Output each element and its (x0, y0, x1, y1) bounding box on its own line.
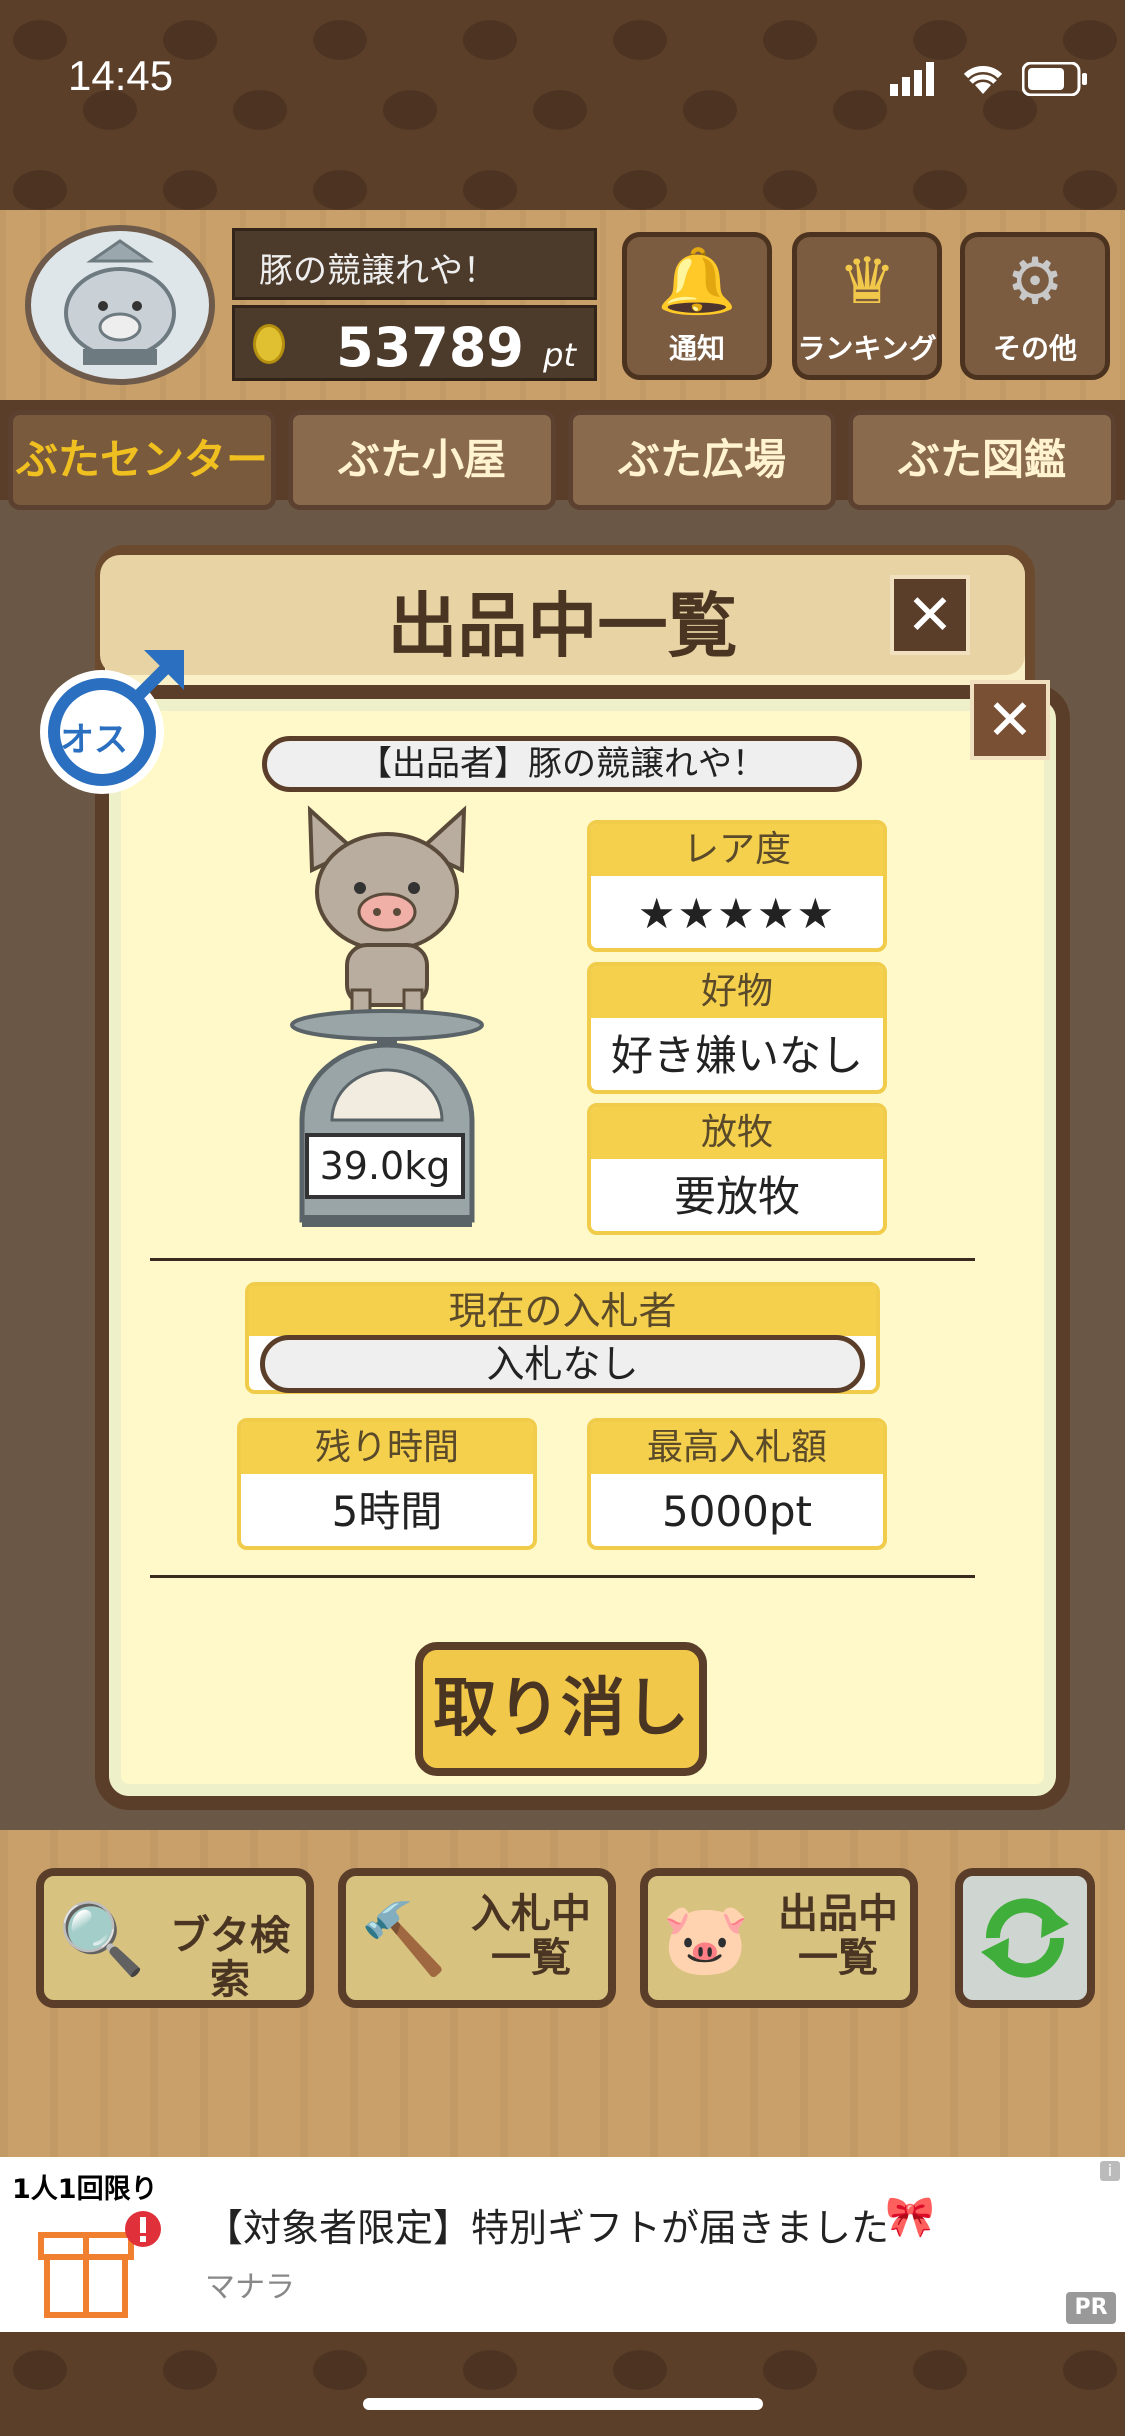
favorite-value: 好き嫌いなし (610, 1031, 863, 1080)
grazing-value: 要放牧 (673, 1172, 800, 1221)
divider (150, 1258, 975, 1261)
weight-readout: 39.0kg (305, 1133, 465, 1199)
gender-male-badge: オス (32, 640, 192, 800)
magnifier-icon: 🔍 (58, 1898, 146, 1980)
rarity-stars: ★★★★★ (637, 889, 837, 938)
ad-info-icon[interactable]: i (1100, 2161, 1120, 2181)
current-bidder-label: 現在の入札者 (249, 1286, 876, 1336)
close-detail-button[interactable]: ✕ (970, 680, 1050, 760)
other-label: その他 (992, 332, 1077, 365)
wifi-icon (960, 60, 1006, 100)
divider (150, 1575, 975, 1578)
refresh-icon (981, 1898, 1069, 1978)
notification-label: 通知 (668, 332, 725, 365)
remaining-time-label: 残り時間 (241, 1422, 533, 1474)
player-name: 豚の競譲れや！ (232, 228, 597, 300)
ribbon-icon: 🎀 (885, 2194, 935, 2240)
gavel-icon: 🔨 (360, 1898, 448, 1980)
pig-search-label: ブタ検索 (170, 1913, 290, 2003)
crown-icon: ♛ (838, 245, 896, 319)
remaining-time-box: 残り時間 5時間 (237, 1418, 537, 1550)
bell-icon: 🔔 (657, 245, 737, 319)
ad-banner[interactable]: 1人1回限り 【対象者限定】特別ギフトが届きました 🎀 マナラ PR i (0, 2157, 1125, 2332)
highest-bid-value: 5000pt (661, 1487, 812, 1536)
notification-button[interactable]: 🔔 通知 (622, 232, 772, 380)
top-background (0, 0, 1125, 215)
cancel-listing-button[interactable]: 取り消し (415, 1642, 707, 1776)
rarity-label: レア度 (591, 824, 883, 876)
highest-bid-label: 最高入札額 (591, 1422, 883, 1474)
close-icon: ✕ (906, 583, 954, 648)
pig-crest-icon (64, 239, 176, 365)
ranking-label: ランキング (797, 332, 937, 365)
points-display: 53789 pt (232, 305, 597, 381)
refresh-button[interactable] (955, 1868, 1095, 2008)
current-bidder-value: 入札なし (260, 1335, 865, 1393)
remaining-time-value: 5時間 (331, 1487, 443, 1536)
other-button[interactable]: ⚙ その他 (960, 232, 1110, 380)
pig-search-button[interactable]: 🔍 ブタ検索 (36, 1868, 314, 2008)
tab-buta-plaza[interactable]: ぶた広場 (568, 410, 836, 510)
coin-icon (253, 324, 285, 364)
ad-source: マナラ (205, 2270, 295, 2305)
ranking-button[interactable]: ♛ ランキング (792, 232, 942, 380)
bidding-list-button[interactable]: 🔨 入札中一覧 (338, 1868, 616, 2008)
gender-label: オス (60, 720, 128, 760)
player-avatar[interactable] (25, 225, 215, 385)
gift-icon (38, 2211, 161, 2318)
ad-text: 【対象者限定】特別ギフトが届きました (205, 2206, 890, 2250)
rarity-box: レア度 ★★★★★ (587, 820, 887, 952)
bottom-background (0, 2330, 1125, 2436)
close-icon: ✕ (986, 688, 1034, 753)
tab-buta-hut[interactable]: ぶた小屋 (288, 410, 556, 510)
ad-pr-badge: PR (1066, 2292, 1116, 2324)
listing-list-button[interactable]: 🐷 出品中一覧 (640, 1868, 918, 2008)
signal-icon (890, 62, 938, 100)
status-time: 14:45 (68, 52, 174, 99)
points-value: 53789 (336, 316, 524, 379)
ad-badge: 1人1回限り (12, 2174, 158, 2205)
home-indicator[interactable] (363, 2398, 763, 2410)
points-unit: pt (543, 336, 576, 374)
highest-bid-box: 最高入札額 5000pt (587, 1418, 887, 1550)
gear-icon: ⚙ (1006, 245, 1064, 319)
pig-icon: 🐷 (662, 1898, 750, 1980)
tab-buta-encyclopedia[interactable]: ぶた図鑑 (848, 410, 1116, 510)
favorite-label: 好物 (591, 966, 883, 1018)
close-list-button[interactable]: ✕ (890, 575, 970, 655)
battery-icon (1021, 61, 1088, 100)
listing-list-label: 出品中一覧 (778, 1891, 898, 1981)
favorite-food-box: 好物 好き嫌いなし (587, 962, 887, 1094)
bidding-list-label: 入札中一覧 (471, 1891, 591, 1981)
grazing-label: 放牧 (591, 1107, 883, 1159)
grazing-box: 放牧 要放牧 (587, 1103, 887, 1235)
seller-name: 【出品者】豚の競譲れや！ (262, 736, 862, 792)
tab-buta-center[interactable]: ぶたセンター (8, 410, 276, 510)
